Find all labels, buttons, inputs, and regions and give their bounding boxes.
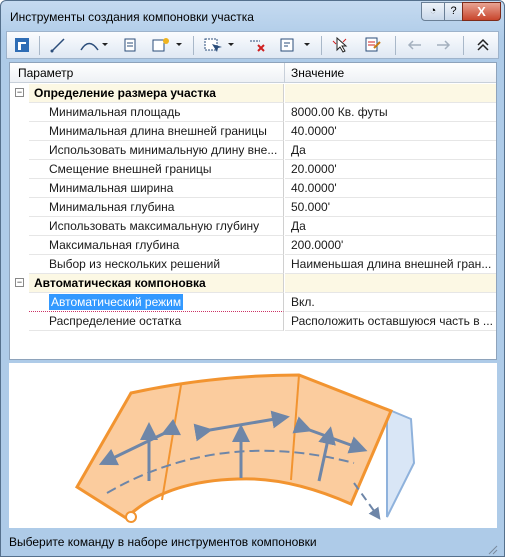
property-name: Минимальная площадь: [29, 103, 284, 122]
property-name: Использовать минимальную длину вне...: [29, 141, 284, 160]
help-button[interactable]: ?: [444, 2, 463, 21]
pin-button[interactable]: ◔: [421, 2, 445, 21]
category-label: Определение размера участка: [29, 84, 284, 103]
undo-icon[interactable]: [403, 35, 427, 55]
toolbar: [6, 31, 499, 59]
collapse-expander-icon[interactable]: −: [15, 278, 24, 287]
property-row[interactable]: Смещение внешней границы 20.0000': [10, 160, 496, 179]
property-value[interactable]: 8000.00 Кв. футы: [285, 103, 496, 122]
property-name: Минимальная длина внешней границы: [29, 122, 284, 141]
property-name: Использовать максимальную глубину: [29, 217, 284, 236]
redo-icon[interactable]: [431, 35, 455, 55]
collapse-icon[interactable]: [471, 35, 495, 55]
title-bar: Инструменты создания компоновки участка …: [1, 1, 504, 29]
select-icon[interactable]: [201, 35, 237, 55]
property-row[interactable]: Использовать максимальную глубину Да: [10, 217, 496, 236]
layout-tools-icon[interactable]: [11, 35, 33, 55]
property-value[interactable]: Да: [285, 217, 496, 236]
edit-icon[interactable]: [277, 35, 313, 55]
property-value[interactable]: Да: [285, 141, 496, 160]
property-value[interactable]: 40.0000': [285, 122, 496, 141]
layout-preview-image: [9, 363, 497, 528]
resize-grip-icon[interactable]: [486, 543, 498, 555]
property-row[interactable]: Минимальная длина внешней границы 40.0000…: [10, 122, 496, 141]
page-icon[interactable]: [119, 35, 141, 55]
property-name: Распределение остатка: [29, 312, 284, 331]
property-grid: Параметр Значение − Определение размера …: [9, 62, 497, 360]
property-value[interactable]: 20.0000': [285, 160, 496, 179]
property-row[interactable]: Максимальная глубина 200.0000': [10, 236, 496, 255]
category-label: Автоматическая компоновка: [29, 274, 284, 293]
property-name: Автоматический режим: [49, 294, 184, 310]
curve-draw-icon[interactable]: [77, 35, 111, 55]
property-name: Минимальная глубина: [29, 198, 284, 217]
property-name: Минимальная ширина: [29, 179, 284, 198]
property-row[interactable]: Минимальная ширина 40.0000': [10, 179, 496, 198]
layout-tools-window: Инструменты создания компоновки участка …: [0, 0, 505, 557]
category-size-definition[interactable]: − Определение размера участка: [10, 84, 496, 103]
property-row-selected[interactable]: Автоматический режим Вкл.: [10, 293, 496, 312]
status-text: Выберите команду в наборе инструментов к…: [9, 535, 317, 549]
property-row[interactable]: Распределение остатка Расположить оставшу…: [10, 312, 496, 331]
header-value: Значение: [291, 66, 345, 80]
category-auto-layout[interactable]: − Автоматическая компоновка: [10, 274, 496, 293]
property-value[interactable]: Наименьшая длина внешней гран...: [285, 255, 496, 274]
property-value[interactable]: 50.000': [285, 198, 496, 217]
property-value[interactable]: Расположить оставшуюся часть в ...: [285, 312, 496, 331]
close-button[interactable]: X: [462, 2, 501, 21]
property-name: Смещение внешней границы: [29, 160, 284, 179]
window-title: Инструменты создания компоновки участка: [10, 10, 254, 24]
property-row[interactable]: Выбор из нескольких решений Наименьшая дл…: [10, 255, 496, 274]
property-row[interactable]: Минимальная глубина 50.000': [10, 198, 496, 217]
sheet-edit-icon[interactable]: [361, 35, 385, 55]
property-row[interactable]: Минимальная площадь 8000.00 Кв. футы: [10, 103, 496, 122]
collapse-expander-icon[interactable]: −: [15, 88, 24, 97]
grid-header: Параметр Значение: [10, 63, 496, 83]
settings-icon[interactable]: [149, 35, 185, 55]
property-value[interactable]: 40.0000': [285, 179, 496, 198]
property-value[interactable]: 200.0000': [285, 236, 496, 255]
property-name: Выбор из нескольких решений: [29, 255, 284, 274]
pointer-icon[interactable]: [329, 35, 353, 55]
property-name: Максимальная глубина: [29, 236, 284, 255]
property-value[interactable]: Вкл.: [285, 293, 496, 312]
line-draw-icon[interactable]: [47, 35, 69, 55]
header-param: Параметр: [18, 66, 74, 80]
delete-icon[interactable]: [245, 35, 269, 55]
property-row[interactable]: Использовать минимальную длину вне... Да: [10, 141, 496, 160]
